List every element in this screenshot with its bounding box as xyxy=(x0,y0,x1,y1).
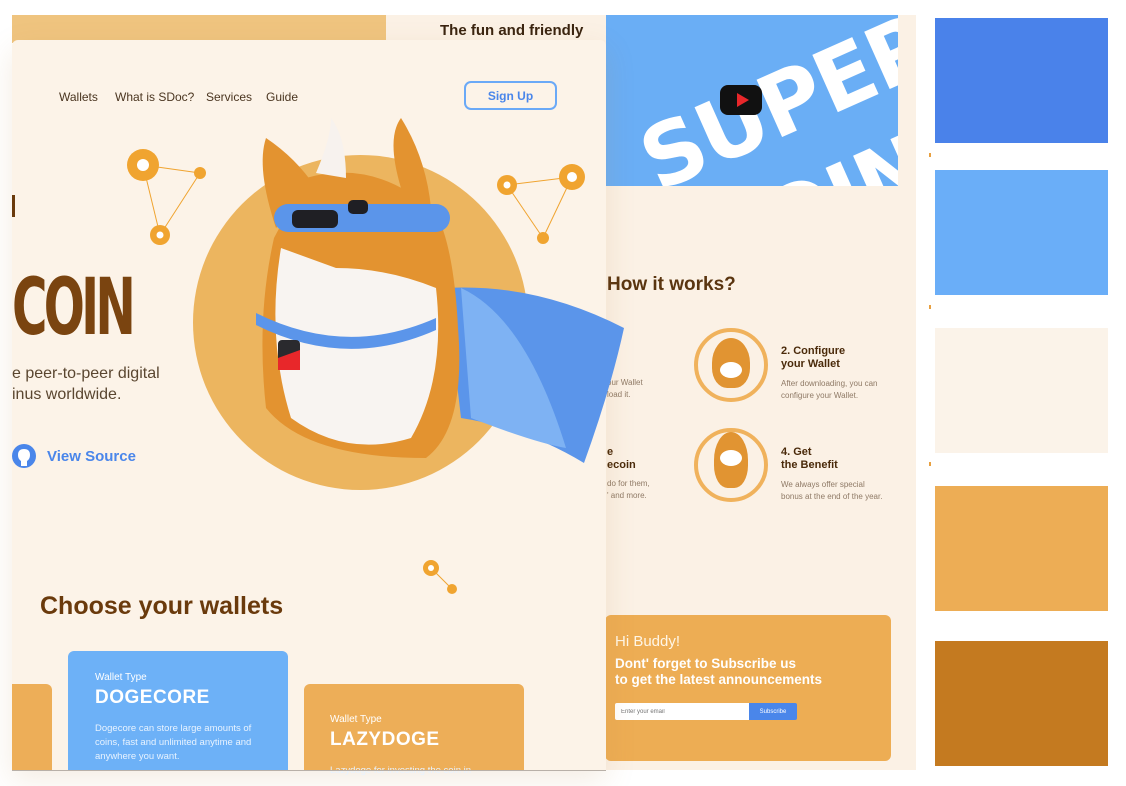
palette-swatch-orange xyxy=(935,486,1108,611)
palette-tick xyxy=(929,462,931,466)
wallet-type-label: Wallet Type xyxy=(330,714,382,725)
nav-link-services[interactable]: Services xyxy=(206,90,252,104)
step-4-desc-2: bonus at the end of the year. xyxy=(781,492,883,501)
super-dog-mascot-illustration xyxy=(256,118,624,463)
wallet-description: Dogecore can store large amounts of coin… xyxy=(95,723,252,762)
dog-face xyxy=(720,362,742,378)
palette-swatch-cream xyxy=(935,328,1108,453)
palette-tick xyxy=(929,153,931,157)
wallet-name: DOGECORE xyxy=(95,687,210,708)
wallet-card-partial[interactable] xyxy=(12,684,52,770)
wallets-section-title: Choose your wallets xyxy=(40,592,284,620)
back-top-strip xyxy=(12,15,386,43)
back-tagline: The fun and friendly xyxy=(440,22,584,39)
palette-swatch-primary-blue xyxy=(935,18,1108,143)
coin-node-icon xyxy=(447,584,457,594)
brand-wordmark-fragment: COIN xyxy=(12,263,136,353)
step-2-desc-2: configure your Wallet. xyxy=(781,391,859,400)
step-4-title-2: the Benefit xyxy=(781,459,838,471)
step-2-illustration xyxy=(694,328,768,402)
nav-link-wallets[interactable]: Wallets xyxy=(59,90,98,104)
step-2-desc-1: After downloading, you can xyxy=(781,379,878,388)
wallet-card-lazydoge[interactable]: Wallet Type LAZYDOGE Lazydoge for invest… xyxy=(304,684,524,776)
hero-tagline-line-1: e peer-to-peer digital xyxy=(12,365,160,382)
palette-tick xyxy=(929,305,931,309)
coin-node-icon xyxy=(194,167,206,179)
subscribe-heading: Dont' forget to Subscribe us to get the … xyxy=(615,656,885,688)
palette-swatch-light-blue xyxy=(935,170,1108,295)
wallet-card-dogecore[interactable]: Wallet Type DOGECORE Dogecore can store … xyxy=(68,651,288,770)
wallet-description: Lazydoge for investing the coin in xyxy=(330,764,510,778)
step-4-illustration xyxy=(694,428,768,502)
hero-tagline-line-2: inus worldwide. xyxy=(12,386,122,403)
step-4-desc-1: We always offer special xyxy=(781,480,865,489)
email-input[interactable] xyxy=(615,703,749,720)
step-3-desc-fragment-2: ' and more. xyxy=(607,491,647,500)
subscribe-heading-line-1: Dont' forget to Subscribe us xyxy=(615,656,796,671)
sign-up-button[interactable]: Sign Up xyxy=(464,81,557,110)
step-4-title-1: 4. Get xyxy=(781,446,812,458)
view-source-link[interactable]: View Source xyxy=(47,448,136,465)
subscribe-heading-line-2: to get the latest announcements xyxy=(615,672,823,687)
nav-link-what-is-sdoc[interactable]: What is SDoc? xyxy=(115,90,194,104)
step-2-title-1: 2. Configure xyxy=(781,345,846,357)
github-icon[interactable] xyxy=(12,443,36,469)
palette-swatch-brown xyxy=(935,641,1108,766)
step-2-title-2: your Wallet xyxy=(781,358,840,370)
dog-face xyxy=(720,450,742,466)
bottom-edge xyxy=(12,770,606,771)
wallet-type-label: Wallet Type xyxy=(95,672,147,683)
subscribe-greeting: Hi Buddy! xyxy=(615,633,681,650)
step-3-desc-fragment-1: do for them, xyxy=(607,479,650,488)
play-icon xyxy=(737,93,749,107)
network-graph-left xyxy=(127,149,206,245)
nav-link-guide[interactable]: Guide xyxy=(266,90,298,104)
subscribe-button[interactable]: Subscribe xyxy=(749,703,797,720)
network-graph-small xyxy=(423,560,457,594)
brand-letter-fragment xyxy=(12,195,15,217)
wallet-name: LAZYDOGE xyxy=(330,729,440,750)
